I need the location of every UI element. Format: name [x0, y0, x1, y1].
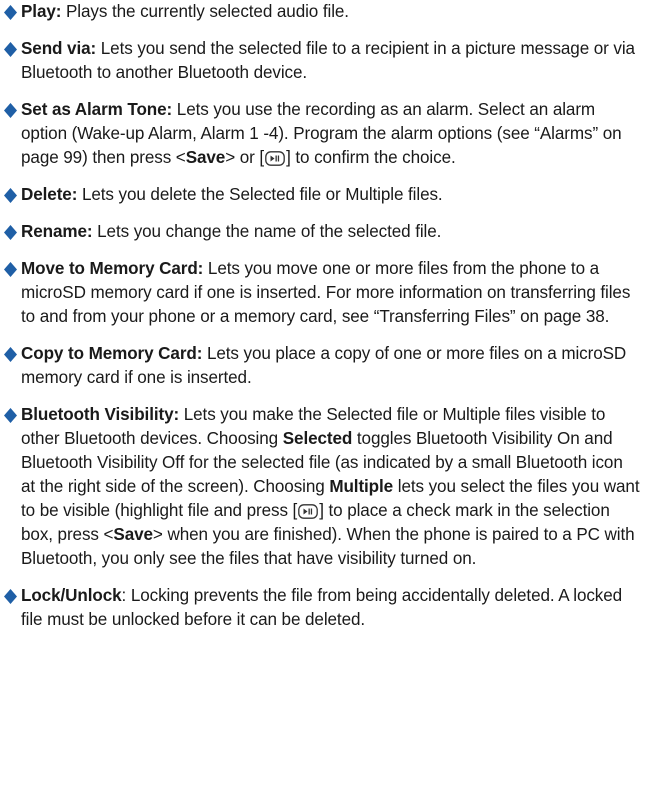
- list-item-rename: Rename: Lets you change the name of the …: [2, 220, 649, 244]
- menu-key-icon: [265, 151, 285, 166]
- diamond-bullet-icon: [2, 0, 18, 24]
- list-item-send-via: Send via: Lets you send the selected fil…: [2, 37, 649, 85]
- diamond-bullet-icon: [2, 403, 18, 427]
- item-text: Lets you delete the Selected file or Mul…: [77, 185, 443, 204]
- item-text: Plays the currently selected audio file.: [61, 2, 349, 21]
- list-item-move-to-memory-card: Move to Memory Card: Lets you move one o…: [2, 257, 649, 329]
- selected-option-label: Selected: [282, 429, 353, 448]
- item-term: Lock/Unlock: [21, 586, 122, 605]
- item-term: Move to Memory Card:: [21, 259, 204, 278]
- menu-key-icon: [298, 504, 319, 519]
- item-term: Bluetooth Visibility:: [21, 405, 180, 424]
- list-item-copy-to-memory-card: Copy to Memory Card: Lets you place a co…: [2, 342, 649, 390]
- item-text: > or [: [225, 148, 265, 167]
- diamond-bullet-icon: [2, 342, 18, 366]
- item-text: Lets you send the selected file to a rec…: [21, 39, 635, 82]
- document-page: Play: Plays the currently selected audio…: [0, 0, 649, 632]
- item-term: Set as Alarm Tone:: [21, 100, 173, 119]
- item-term: Rename:: [21, 222, 93, 241]
- list-item-lock-unlock: Lock/Unlock: Locking prevents the file f…: [2, 584, 649, 632]
- diamond-bullet-icon: [2, 220, 18, 244]
- item-term: Send via:: [21, 39, 97, 58]
- diamond-bullet-icon: [2, 183, 18, 207]
- list-item-set-as-alarm-tone: Set as Alarm Tone: Lets you use the reco…: [2, 98, 649, 170]
- list-item-delete: Delete: Lets you delete the Selected fil…: [2, 183, 649, 207]
- list-item-bluetooth-visibility: Bluetooth Visibility: Lets you make the …: [2, 403, 649, 571]
- diamond-bullet-icon: [2, 37, 18, 61]
- diamond-bullet-icon: [2, 257, 18, 281]
- diamond-bullet-icon: [2, 98, 18, 122]
- item-term: Delete:: [21, 185, 78, 204]
- multiple-option-label: Multiple: [329, 477, 394, 496]
- list-item-play: Play: Plays the currently selected audio…: [2, 0, 649, 24]
- item-term: Play:: [21, 2, 62, 21]
- diamond-bullet-icon: [2, 584, 18, 608]
- item-term: Copy to Memory Card:: [21, 344, 203, 363]
- item-text: ] to confirm the choice.: [286, 148, 456, 167]
- save-softkey-label: Save: [113, 525, 153, 544]
- save-softkey-label: Save: [185, 148, 226, 167]
- item-text: Lets you change the name of the selected…: [92, 222, 442, 241]
